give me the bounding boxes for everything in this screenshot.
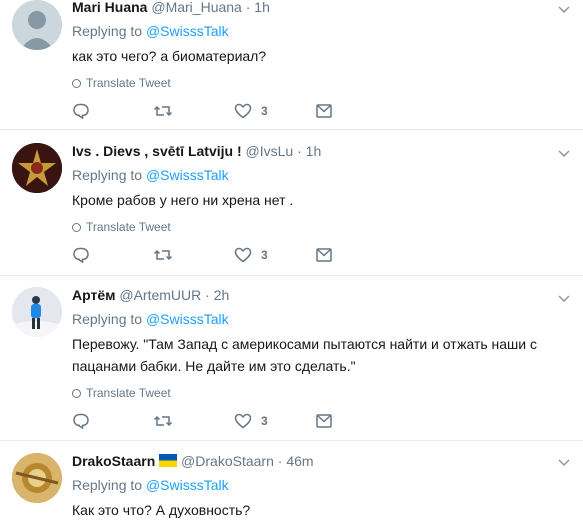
ukraine-flag-icon <box>159 454 178 467</box>
replying-to-label: Replying to <box>72 23 143 39</box>
globe-icon <box>72 388 81 398</box>
fullname[interactable]: Mari Huana <box>72 0 147 15</box>
replying-to: Replying to @SwisssTalk <box>72 22 571 40</box>
like-count: 3 <box>261 414 268 428</box>
avatar[interactable] <box>12 143 62 193</box>
chevron-down-icon[interactable] <box>557 457 571 467</box>
like-button[interactable]: 3 <box>234 413 315 429</box>
replying-to: Replying to @SwisssTalk <box>72 166 571 184</box>
username[interactable]: @ArtemUUR <box>119 287 201 303</box>
timestamp[interactable]: 1h <box>306 143 322 159</box>
replying-to-label: Replying to <box>72 167 143 183</box>
tweet-text: как это чего? а биоматериал? <box>72 48 267 64</box>
retweet-icon <box>153 415 173 427</box>
tweet-actions: 3 <box>72 102 571 120</box>
tweet[interactable]: DrakoStaarn @DrakoStaarn · 46m Replying … <box>0 441 583 527</box>
reply-handle-link[interactable]: @SwisssTalk <box>146 477 229 493</box>
retweet-button[interactable] <box>153 413 234 429</box>
direct-message-button[interactable] <box>315 413 396 429</box>
avatar-image <box>12 453 62 503</box>
separator-dot: · <box>277 453 283 469</box>
retweet-button[interactable] <box>153 103 234 119</box>
reply-button[interactable] <box>72 103 153 119</box>
tweet-header: Артём @ArtemUUR · 2h <box>72 286 571 304</box>
replying-to-label: Replying to <box>72 477 143 493</box>
chevron-down-icon[interactable] <box>557 4 571 14</box>
retweet-button[interactable] <box>153 247 234 263</box>
tweet[interactable]: Mari Huana @Mari_Huana · 1h Replying to … <box>0 0 583 130</box>
replying-to-label: Replying to <box>72 311 143 327</box>
replying-to: Replying to @SwisssTalk <box>72 476 571 494</box>
reply-icon <box>73 247 89 263</box>
mail-icon <box>316 414 332 428</box>
chevron-down-icon[interactable] <box>557 148 571 158</box>
heart-icon <box>234 103 252 119</box>
reply-handle-link[interactable]: @SwisssTalk <box>146 167 229 183</box>
username[interactable]: @DrakoStaarn <box>181 453 274 469</box>
separator-dot: · <box>205 287 210 303</box>
reply-button[interactable] <box>72 247 153 263</box>
retweet-icon <box>153 249 173 261</box>
retweet-icon <box>153 105 173 117</box>
like-count: 3 <box>261 104 268 118</box>
default-avatar-icon <box>12 0 62 50</box>
like-count: 3 <box>261 248 268 262</box>
like-button[interactable]: 3 <box>234 103 315 119</box>
tweet-feed: Mari Huana @Mari_Huana · 1h Replying to … <box>0 0 583 527</box>
avatar[interactable] <box>12 287 62 337</box>
globe-icon <box>72 78 81 88</box>
tweet-text: Кроме рабов у него ни хрена нет . <box>72 192 294 208</box>
timestamp[interactable]: 2h <box>214 287 230 303</box>
avatar[interactable] <box>12 0 62 50</box>
avatar-image <box>12 287 62 337</box>
mail-icon <box>316 104 332 118</box>
avatar-image <box>12 143 62 193</box>
reply-button[interactable] <box>72 413 153 429</box>
fullname[interactable]: DrakoStaarn <box>72 453 155 469</box>
direct-message-button[interactable] <box>315 247 396 263</box>
like-button[interactable]: 3 <box>234 247 315 263</box>
chevron-down-icon[interactable] <box>557 293 571 303</box>
translate-tweet-link[interactable]: Translate Tweet <box>72 220 571 234</box>
reply-icon <box>73 413 89 429</box>
mail-icon <box>316 248 332 262</box>
globe-icon <box>72 222 81 232</box>
tweet[interactable]: Артём @ArtemUUR · 2h Replying to @Swisss… <box>0 276 583 441</box>
timestamp[interactable]: 46m <box>286 453 313 469</box>
translate-label: Translate Tweet <box>86 76 171 90</box>
reply-handle-link[interactable]: @SwisssTalk <box>146 311 229 327</box>
translate-label: Translate Tweet <box>86 386 171 400</box>
tweet-header: Mari Huana @Mari_Huana · 1h <box>72 0 571 16</box>
reply-handle-link[interactable]: @SwisssTalk <box>146 23 229 39</box>
replying-to: Replying to @SwisssTalk <box>72 310 571 328</box>
avatar[interactable] <box>12 453 62 503</box>
direct-message-button[interactable] <box>315 103 396 119</box>
fullname[interactable]: Ivs . Dievs , svētī Latviju ! <box>72 143 242 159</box>
username[interactable]: @IvsLu <box>246 143 294 159</box>
tweet-text: Как это что? А духовность? <box>72 502 251 518</box>
heart-icon <box>234 413 252 429</box>
heart-icon <box>234 247 252 263</box>
tweet-text: Перевожу. "Там Запад с америкосами пытаю… <box>72 336 538 374</box>
separator-dot: · <box>245 0 251 15</box>
username[interactable]: @Mari_Huana <box>151 0 241 15</box>
separator-dot: · <box>297 143 302 159</box>
tweet[interactable]: Ivs . Dievs , svētī Latviju ! @IvsLu · 1… <box>0 130 583 276</box>
tweet-header: Ivs . Dievs , svētī Latviju ! @IvsLu · 1… <box>72 142 571 160</box>
translate-tweet-link[interactable]: Translate Tweet <box>72 386 571 400</box>
translate-tweet-link[interactable]: Translate Tweet <box>72 76 571 90</box>
fullname[interactable]: Артём <box>72 287 115 303</box>
tweet-actions: 3 <box>72 246 571 264</box>
tweet-actions: 3 <box>72 412 571 430</box>
timestamp[interactable]: 1h <box>254 0 270 15</box>
reply-icon <box>73 103 89 119</box>
tweet-header: DrakoStaarn @DrakoStaarn · 46m <box>72 452 571 470</box>
translate-label: Translate Tweet <box>86 220 171 234</box>
